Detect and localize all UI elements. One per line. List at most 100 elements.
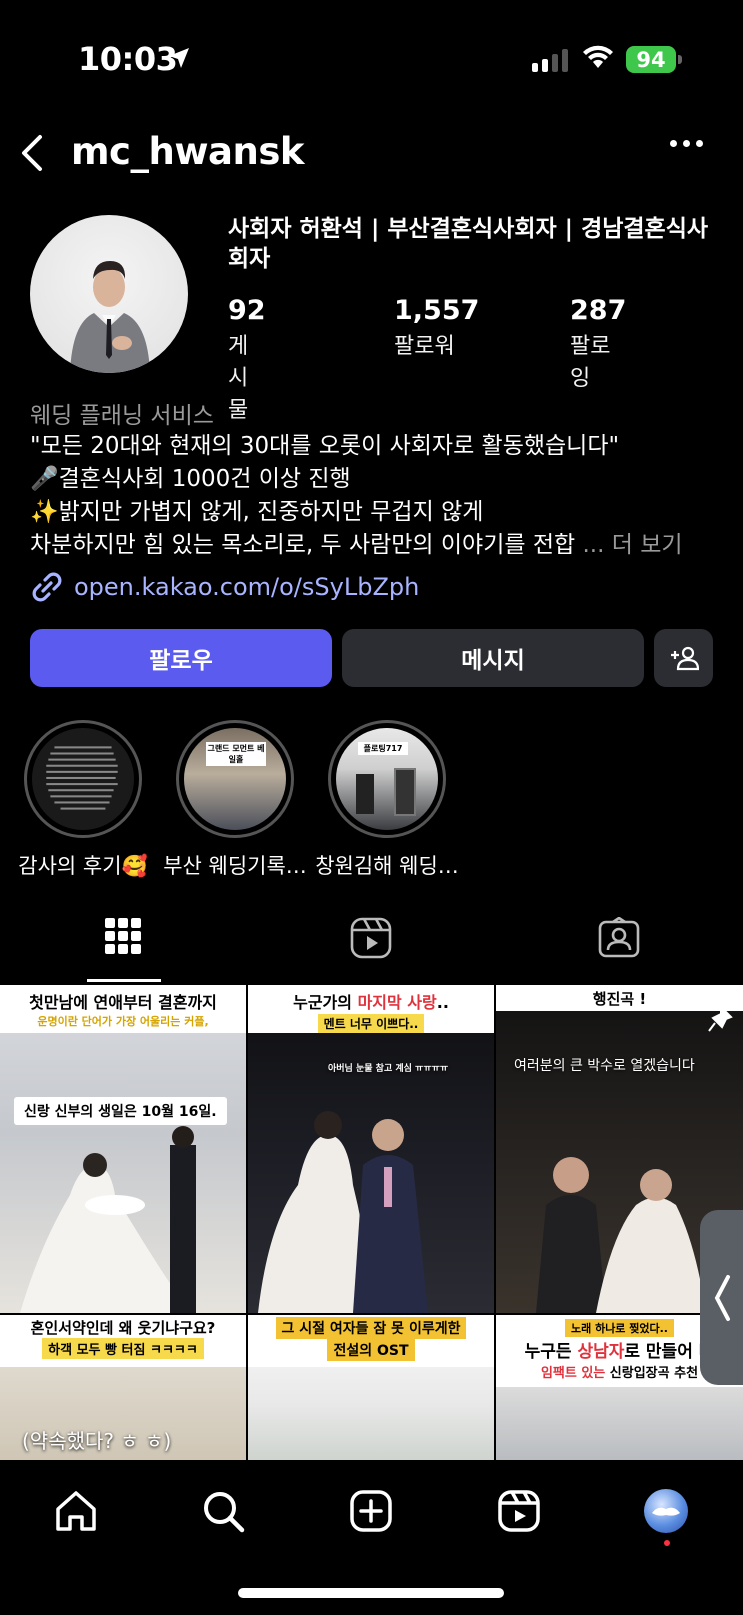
post-banner: 그 시절 여자들 잠 못 이루게한 전설의 OST xyxy=(248,1315,494,1367)
highlight-item[interactable]: 플로팅717 창원김해 웨딩… xyxy=(312,720,462,880)
follow-button[interactable]: 팔로우 xyxy=(30,629,332,687)
highlight-label: 감사의 후기🥰 xyxy=(18,854,148,878)
stat-value: 287 xyxy=(570,295,627,326)
highlight-item[interactable]: 그랜드 모먼트 베일홀 부산 웨딩기록… xyxy=(160,720,310,880)
post-banner: 혼인서약인데 왜 웃기냐구요? 하객 모두 빵 터짐 ㅋㅋㅋㅋ xyxy=(0,1315,246,1367)
profile-avatar[interactable] xyxy=(30,215,188,373)
post-banner-sub: 전설의 OST xyxy=(327,1339,415,1361)
status-time: 10:03 xyxy=(78,40,178,78)
stat-value: 1,557 xyxy=(394,295,480,326)
side-panel-handle[interactable] xyxy=(700,1210,743,1385)
reels-icon xyxy=(498,1490,540,1532)
post-banner-sub: 운명이란 단어가 가장 어울리는 커플, xyxy=(37,1015,209,1028)
tab-tagged[interactable] xyxy=(589,917,649,967)
chevron-left-icon xyxy=(714,1274,730,1321)
post-banner-part: 누구든 xyxy=(524,1342,578,1362)
post-banner: 행진곡 ! xyxy=(496,985,743,1011)
battery-icon: 94 xyxy=(626,46,682,73)
highlight-thumb-text: 그랜드 모먼트 베일홀 xyxy=(206,742,266,766)
location-arrow-icon xyxy=(169,48,189,68)
post-tile[interactable]: 그 시절 여자들 잠 못 이루게한 전설의 OST xyxy=(248,1315,494,1460)
bio-more-link[interactable]: ... 더 보기 xyxy=(582,532,682,558)
profile-username: mc_hwansk xyxy=(71,130,304,173)
add-post-icon xyxy=(350,1490,392,1532)
tab-grid[interactable] xyxy=(93,917,153,967)
suggest-users-button[interactable] xyxy=(654,629,713,687)
post-overlay-text: 아버님 눈물 참고 계심 ㅠㅠㅠㅠ xyxy=(328,1064,449,1074)
post-overlay-text: (약속했다? ㅎ ㅎ) xyxy=(22,1429,172,1453)
highlight-ring: 그랜드 모먼트 베일홀 xyxy=(176,720,294,838)
pin-icon xyxy=(708,1005,733,1032)
home-indicator xyxy=(238,1588,504,1598)
profile-link-text: open.kakao.com/o/sSyLbZph xyxy=(74,573,420,601)
post-banner-text: 혼인서약인데 왜 웃기냐구요? xyxy=(30,1319,216,1337)
back-chevron-icon[interactable] xyxy=(14,133,54,173)
notification-dot xyxy=(664,1540,670,1546)
stat-label: 팔로워 xyxy=(394,334,455,359)
home-icon xyxy=(56,1491,96,1531)
search-icon xyxy=(204,1492,245,1533)
bio-line: 🎤결혼식사회 1000건 이상 진행 xyxy=(30,466,351,492)
nav-avatar xyxy=(644,1489,688,1533)
post-banner-sub: 멘트 너무 이쁘다.. xyxy=(317,1014,425,1033)
post-tile[interactable]: 누군가의 마지막 사랑.. 멘트 너무 이쁘다.. 아버님 눈물 참고 계심 ㅠ… xyxy=(248,985,494,1313)
post-banner-part: 신랑입장곡 추천 xyxy=(605,1366,699,1381)
nav-home[interactable] xyxy=(51,1486,101,1536)
post-banner-text: 누군가의 마지막 사랑.. xyxy=(248,989,494,1013)
posts-grid: 첫만남에 연애부터 결혼까지 운명이란 단어가 가장 어울리는 커플, 신랑 신… xyxy=(0,985,743,1460)
stat-posts[interactable]: 92 게시물 xyxy=(228,295,266,424)
highlight-ring: 플로팅717 xyxy=(328,720,446,838)
post-tile[interactable]: 혼인서약인데 왜 웃기냐구요? 하객 모두 빵 터짐 ㅋㅋㅋㅋ (약속했다? ㅎ… xyxy=(0,1315,246,1460)
bio-line: 차분하지만 힘 있는 목소리로, 두 사람만의 이야기를 전합 xyxy=(30,532,576,558)
post-banner-part: .. xyxy=(436,993,449,1012)
nav-search[interactable] xyxy=(198,1486,248,1536)
bio-line-last: 차분하지만 힘 있는 목소리로, 두 사람만의 이야기를 전합 ... 더 보기 xyxy=(30,529,730,562)
more-options-icon[interactable] xyxy=(670,140,703,147)
highlight-thumbnail: 그랜드 모먼트 베일홀 xyxy=(184,728,286,830)
post-banner-top: 노래 하나로 찢었다.. xyxy=(565,1319,674,1337)
stat-followers[interactable]: 1,557 팔로워 xyxy=(394,295,479,360)
profile-link[interactable]: open.kakao.com/o/sSyLbZph xyxy=(30,570,419,604)
post-banner-text: 첫만남에 연애부터 결혼까지 xyxy=(29,993,217,1012)
bio-line: ✨밝지만 가볍지 않게, 진중하지만 무겁지 않게 xyxy=(30,499,484,525)
post-banner-highlight: 마지막 사랑 xyxy=(357,993,437,1012)
add-person-icon xyxy=(670,646,699,671)
post-banner-part: 누군가의 xyxy=(293,993,358,1012)
highlight-item[interactable]: 감사의 후기🥰 xyxy=(8,720,158,880)
highlight-thumb-text: 플로팅717 xyxy=(358,742,408,755)
active-tab-indicator xyxy=(87,979,161,982)
stat-label: 팔로잉 xyxy=(570,334,611,391)
link-icon xyxy=(32,572,62,602)
post-banner-highlight: 임팩트 있는 xyxy=(540,1366,606,1381)
post-banner-highlight: 상남자 xyxy=(577,1342,625,1362)
profile-bio: "모든 20대와 현재의 30대를 오롯이 사회자로 활동했습니다" 🎤결혼식사… xyxy=(30,430,730,562)
post-overlay-text: 여러분의 큰 박수로 열겠습니다 xyxy=(514,1058,695,1074)
message-button[interactable]: 메시지 xyxy=(342,629,644,687)
grid-icon xyxy=(105,918,141,954)
wifi-icon xyxy=(583,45,613,68)
nav-reels[interactable] xyxy=(494,1486,544,1536)
nav-profile[interactable] xyxy=(641,1486,691,1536)
post-overlay-text: 신랑 신부의 생일은 10월 16일. xyxy=(14,1097,227,1125)
nav-create[interactable] xyxy=(346,1486,396,1536)
bio-line: "모든 20대와 현재의 30대를 오롯이 사회자로 활동했습니다" xyxy=(30,433,620,459)
battery-level: 94 xyxy=(636,47,666,72)
post-banner-text: 그 시절 여자들 잠 못 이루게한 xyxy=(275,1317,467,1339)
highlight-label: 부산 웨딩기록… xyxy=(163,854,307,878)
highlight-thumbnail: 플로팅717 xyxy=(336,728,438,830)
highlight-thumbnail xyxy=(32,728,134,830)
post-tile[interactable]: 첫만남에 연애부터 결혼까지 운명이란 단어가 가장 어울리는 커플, 신랑 신… xyxy=(0,985,246,1313)
tab-reels[interactable] xyxy=(341,917,401,967)
profile-tabs xyxy=(0,905,743,985)
highlight-label: 창원김해 웨딩… xyxy=(315,854,459,878)
reels-icon xyxy=(350,917,392,959)
stat-label: 게시물 xyxy=(228,334,249,423)
status-bar: 10:03 94 xyxy=(0,0,743,120)
cellular-signal-icon xyxy=(532,48,568,72)
profile-display-name: 사회자 허환석 | 부산결혼식사회자 | 경남결혼식사회자 xyxy=(228,216,709,272)
stat-following[interactable]: 287 팔로잉 xyxy=(570,295,626,392)
post-banner-sub: 하객 모두 빵 터짐 ㅋㅋㅋㅋ xyxy=(42,1338,204,1359)
post-banner: 누군가의 마지막 사랑.. 멘트 너무 이쁘다.. xyxy=(248,985,494,1033)
post-banner: 첫만남에 연애부터 결혼까지 운명이란 단어가 가장 어울리는 커플, xyxy=(0,985,246,1033)
profile-category: 웨딩 플래닝 서비스 xyxy=(30,403,214,429)
